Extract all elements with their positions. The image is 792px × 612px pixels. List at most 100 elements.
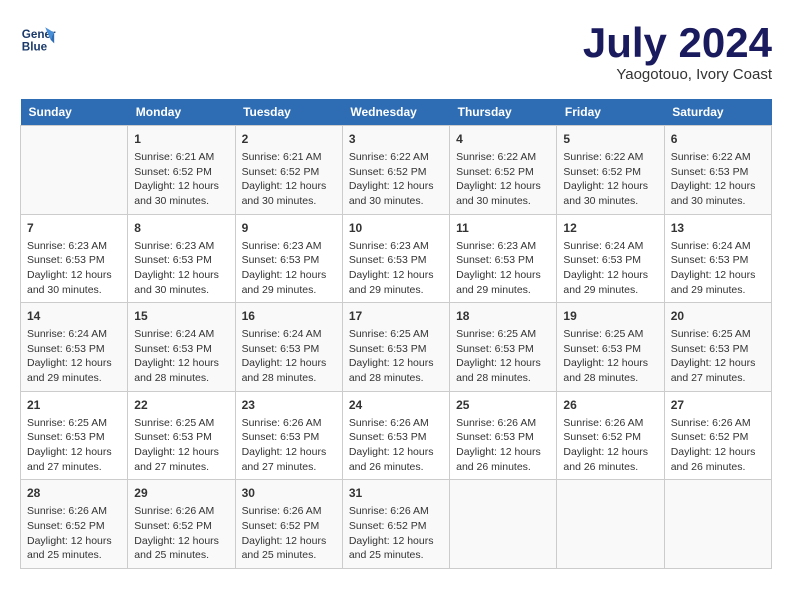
day-info: Sunrise: 6:24 AM Sunset: 6:53 PM Dayligh…	[27, 327, 121, 386]
calendar-cell: 5 Sunrise: 6:22 AM Sunset: 6:52 PM Daylig…	[557, 126, 664, 215]
day-info: Sunrise: 6:26 AM Sunset: 6:52 PM Dayligh…	[27, 504, 121, 563]
weekday-header: Friday	[557, 99, 664, 126]
day-info: Sunrise: 6:25 AM Sunset: 6:53 PM Dayligh…	[456, 327, 550, 386]
calendar-cell: 20 Sunrise: 6:25 AM Sunset: 6:53 PM Dayli…	[664, 303, 771, 392]
calendar-cell: 18 Sunrise: 6:25 AM Sunset: 6:53 PM Dayli…	[450, 303, 557, 392]
day-info: Sunrise: 6:24 AM Sunset: 6:53 PM Dayligh…	[242, 327, 336, 386]
day-info: Sunrise: 6:26 AM Sunset: 6:53 PM Dayligh…	[456, 416, 550, 475]
calendar-cell: 16 Sunrise: 6:24 AM Sunset: 6:53 PM Dayli…	[235, 303, 342, 392]
day-number: 14	[27, 308, 121, 325]
calendar-cell: 9 Sunrise: 6:23 AM Sunset: 6:53 PM Daylig…	[235, 214, 342, 303]
day-info: Sunrise: 6:25 AM Sunset: 6:53 PM Dayligh…	[671, 327, 765, 386]
day-info: Sunrise: 6:25 AM Sunset: 6:53 PM Dayligh…	[27, 416, 121, 475]
calendar-cell: 17 Sunrise: 6:25 AM Sunset: 6:53 PM Dayli…	[342, 303, 449, 392]
calendar-cell: 25 Sunrise: 6:26 AM Sunset: 6:53 PM Dayli…	[450, 391, 557, 480]
calendar-cell: 27Sunrise: 6:26 AM Sunset: 6:52 PM Dayli…	[664, 391, 771, 480]
day-number: 20	[671, 308, 765, 325]
day-number: 3	[349, 131, 443, 148]
day-number: 27	[671, 397, 765, 414]
calendar-cell	[557, 480, 664, 569]
weekday-header: Monday	[128, 99, 235, 126]
calendar-week-row: 7 Sunrise: 6:23 AM Sunset: 6:53 PM Daylig…	[21, 214, 772, 303]
day-number: 4	[456, 131, 550, 148]
day-number: 29	[134, 485, 228, 502]
day-number: 2	[242, 131, 336, 148]
calendar-cell: 29 Sunrise: 6:26 AM Sunset: 6:52 PM Dayli…	[128, 480, 235, 569]
day-info: Sunrise: 6:26 AM Sunset: 6:52 PM Dayligh…	[242, 504, 336, 563]
day-info: Sunrise: 6:21 AM Sunset: 6:52 PM Dayligh…	[134, 150, 228, 209]
calendar-cell: 12 Sunrise: 6:24 AM Sunset: 6:53 PM Dayli…	[557, 214, 664, 303]
day-info: Sunrise: 6:22 AM Sunset: 6:52 PM Dayligh…	[563, 150, 657, 209]
weekday-header: Sunday	[21, 99, 128, 126]
day-info: Sunrise: 6:26 AM Sunset: 6:52 PM Dayligh…	[134, 504, 228, 563]
logo: General Blue	[20, 20, 56, 56]
day-number: 31	[349, 485, 443, 502]
day-number: 13	[671, 220, 765, 237]
day-number: 15	[134, 308, 228, 325]
calendar-cell: 8 Sunrise: 6:23 AM Sunset: 6:53 PM Daylig…	[128, 214, 235, 303]
calendar-cell: 2Sunrise: 6:21 AM Sunset: 6:52 PM Daylig…	[235, 126, 342, 215]
day-info: Sunrise: 6:26 AM Sunset: 6:53 PM Dayligh…	[242, 416, 336, 475]
day-info: Sunrise: 6:23 AM Sunset: 6:53 PM Dayligh…	[456, 239, 550, 298]
calendar-cell: 14 Sunrise: 6:24 AM Sunset: 6:53 PM Dayli…	[21, 303, 128, 392]
calendar-cell: 31Sunrise: 6:26 AM Sunset: 6:52 PM Dayli…	[342, 480, 449, 569]
day-info: Sunrise: 6:24 AM Sunset: 6:53 PM Dayligh…	[563, 239, 657, 298]
day-number: 5	[563, 131, 657, 148]
day-info: Sunrise: 6:23 AM Sunset: 6:53 PM Dayligh…	[349, 239, 443, 298]
location: Yaogotouo, Ivory Coast	[583, 66, 772, 83]
title-block: July 2024 Yaogotouo, Ivory Coast	[583, 20, 772, 83]
day-info: Sunrise: 6:25 AM Sunset: 6:53 PM Dayligh…	[349, 327, 443, 386]
month-title: July 2024	[583, 20, 772, 66]
weekday-header: Wednesday	[342, 99, 449, 126]
logo-icon: General Blue	[20, 20, 56, 56]
day-info: Sunrise: 6:25 AM Sunset: 6:53 PM Dayligh…	[134, 416, 228, 475]
calendar-cell: 19 Sunrise: 6:25 AM Sunset: 6:53 PM Dayli…	[557, 303, 664, 392]
weekday-header-row: SundayMondayTuesdayWednesdayThursdayFrid…	[21, 99, 772, 126]
calendar-week-row: 14 Sunrise: 6:24 AM Sunset: 6:53 PM Dayli…	[21, 303, 772, 392]
calendar-cell: 24Sunrise: 6:26 AM Sunset: 6:53 PM Dayli…	[342, 391, 449, 480]
day-number: 8	[134, 220, 228, 237]
day-info: Sunrise: 6:23 AM Sunset: 6:53 PM Dayligh…	[242, 239, 336, 298]
day-number: 28	[27, 485, 121, 502]
day-info: Sunrise: 6:23 AM Sunset: 6:53 PM Dayligh…	[27, 239, 121, 298]
weekday-header: Thursday	[450, 99, 557, 126]
day-info: Sunrise: 6:24 AM Sunset: 6:53 PM Dayligh…	[134, 327, 228, 386]
calendar-cell	[664, 480, 771, 569]
day-info: Sunrise: 6:22 AM Sunset: 6:53 PM Dayligh…	[671, 150, 765, 209]
calendar-week-row: 1 Sunrise: 6:21 AM Sunset: 6:52 PM Daylig…	[21, 126, 772, 215]
calendar-cell: 21 Sunrise: 6:25 AM Sunset: 6:53 PM Dayli…	[21, 391, 128, 480]
day-number: 16	[242, 308, 336, 325]
day-number: 25	[456, 397, 550, 414]
calendar-cell: 10 Sunrise: 6:23 AM Sunset: 6:53 PM Dayli…	[342, 214, 449, 303]
calendar-cell	[21, 126, 128, 215]
day-number: 18	[456, 308, 550, 325]
calendar-cell: 1 Sunrise: 6:21 AM Sunset: 6:52 PM Daylig…	[128, 126, 235, 215]
day-info: Sunrise: 6:26 AM Sunset: 6:52 PM Dayligh…	[563, 416, 657, 475]
day-number: 12	[563, 220, 657, 237]
calendar-week-row: 21 Sunrise: 6:25 AM Sunset: 6:53 PM Dayli…	[21, 391, 772, 480]
day-info: Sunrise: 6:24 AM Sunset: 6:53 PM Dayligh…	[671, 239, 765, 298]
calendar-cell: 6 Sunrise: 6:22 AM Sunset: 6:53 PM Daylig…	[664, 126, 771, 215]
day-number: 7	[27, 220, 121, 237]
calendar-cell	[450, 480, 557, 569]
calendar-week-row: 28 Sunrise: 6:26 AM Sunset: 6:52 PM Dayli…	[21, 480, 772, 569]
day-info: Sunrise: 6:25 AM Sunset: 6:53 PM Dayligh…	[563, 327, 657, 386]
calendar-cell: 7 Sunrise: 6:23 AM Sunset: 6:53 PM Daylig…	[21, 214, 128, 303]
day-number: 1	[134, 131, 228, 148]
calendar-cell: 30Sunrise: 6:26 AM Sunset: 6:52 PM Dayli…	[235, 480, 342, 569]
page-header: General Blue July 2024 Yaogotouo, Ivory …	[20, 20, 772, 83]
day-number: 6	[671, 131, 765, 148]
day-number: 17	[349, 308, 443, 325]
calendar-cell: 22 Sunrise: 6:25 AM Sunset: 6:53 PM Dayli…	[128, 391, 235, 480]
day-number: 21	[27, 397, 121, 414]
day-info: Sunrise: 6:23 AM Sunset: 6:53 PM Dayligh…	[134, 239, 228, 298]
day-number: 19	[563, 308, 657, 325]
day-number: 22	[134, 397, 228, 414]
calendar-cell: 13 Sunrise: 6:24 AM Sunset: 6:53 PM Dayli…	[664, 214, 771, 303]
svg-text:Blue: Blue	[22, 41, 48, 54]
calendar-cell: 23Sunrise: 6:26 AM Sunset: 6:53 PM Dayli…	[235, 391, 342, 480]
day-number: 10	[349, 220, 443, 237]
day-number: 9	[242, 220, 336, 237]
day-info: Sunrise: 6:22 AM Sunset: 6:52 PM Dayligh…	[456, 150, 550, 209]
weekday-header: Tuesday	[235, 99, 342, 126]
